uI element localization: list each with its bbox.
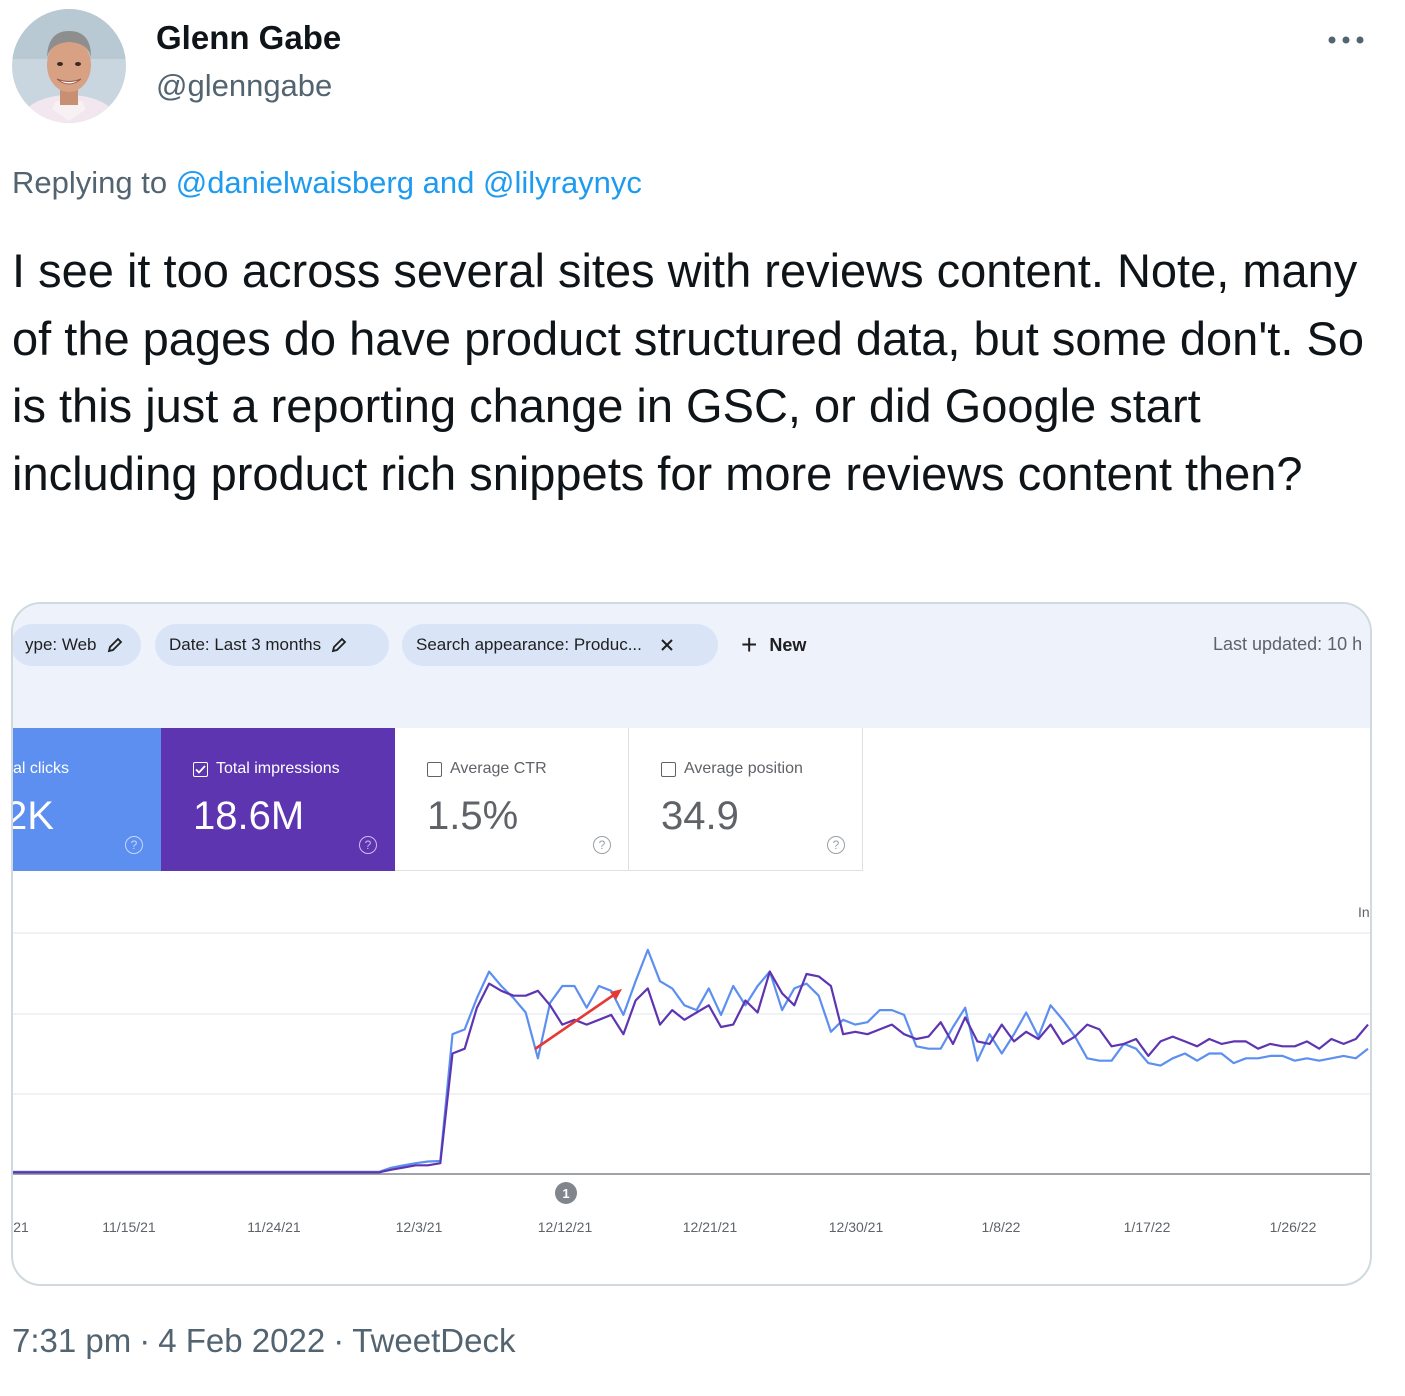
more-horizontal-icon[interactable]	[1322, 22, 1370, 58]
separator: ·	[139, 1322, 151, 1359]
x-tick-label: 1/26/22	[1270, 1219, 1317, 1235]
annotation-marker-number: 1	[562, 1186, 569, 1201]
author-avatar[interactable]	[12, 9, 126, 123]
tweet-timestamp[interactable]: 7:31 pm · 4 Feb 2022 · TweetDeck	[12, 1322, 515, 1360]
reply-prefix: Replying to	[12, 165, 168, 200]
right-axis-label: In	[1358, 904, 1370, 920]
series-line-0	[13, 948, 1369, 1173]
tweet-time: 7:31 pm	[12, 1322, 132, 1359]
separator: ·	[333, 1322, 345, 1359]
reply-and-link[interactable]: and	[423, 165, 475, 200]
series-line-1	[13, 970, 1369, 1174]
x-tick-label: 12/3/21	[396, 1219, 443, 1235]
avatar-photo	[12, 9, 126, 123]
x-tick-label: 1/8/22	[982, 1219, 1021, 1235]
author-handle[interactable]: @glenngabe	[156, 68, 332, 104]
x-tick-labels: 21 11/15/21 11/24/21 12/3/21 12/12/21 12/21/2…	[13, 1219, 1316, 1235]
attached-image[interactable]: ype: Web Date: Last 3 months Search appe…	[11, 602, 1372, 1286]
x-tick-label: 21	[13, 1219, 29, 1235]
performance-chart: In 21 11/15/21 11/24/21 12/3/21 12/12/21 12/2…	[13, 904, 1370, 1235]
mention-link-danielwaisberg[interactable]: @danielwaisberg	[176, 165, 414, 200]
x-tick-label: 12/21/21	[683, 1219, 738, 1235]
tweet-text: I see it too across several sites with r…	[12, 244, 1364, 500]
x-tick-label: 12/30/21	[829, 1219, 884, 1235]
tweet-source[interactable]: TweetDeck	[352, 1322, 515, 1359]
author-name[interactable]: Glenn Gabe	[156, 19, 341, 57]
annotation-marker[interactable]: 1	[555, 1182, 577, 1204]
x-tick-label: 1/17/22	[1124, 1219, 1171, 1235]
tweet-date: 4 Feb 2022	[158, 1322, 326, 1359]
replying-to-line: Replying to @danielwaisberg and @lilyray…	[12, 165, 642, 201]
x-tick-label: 11/24/21	[247, 1219, 301, 1235]
series-group	[13, 948, 1369, 1174]
x-tick-label: 11/15/21	[102, 1219, 156, 1235]
x-tick-label: 12/12/21	[538, 1219, 593, 1235]
mention-link-lilyraynyc[interactable]: @lilyraynyc	[483, 165, 642, 200]
